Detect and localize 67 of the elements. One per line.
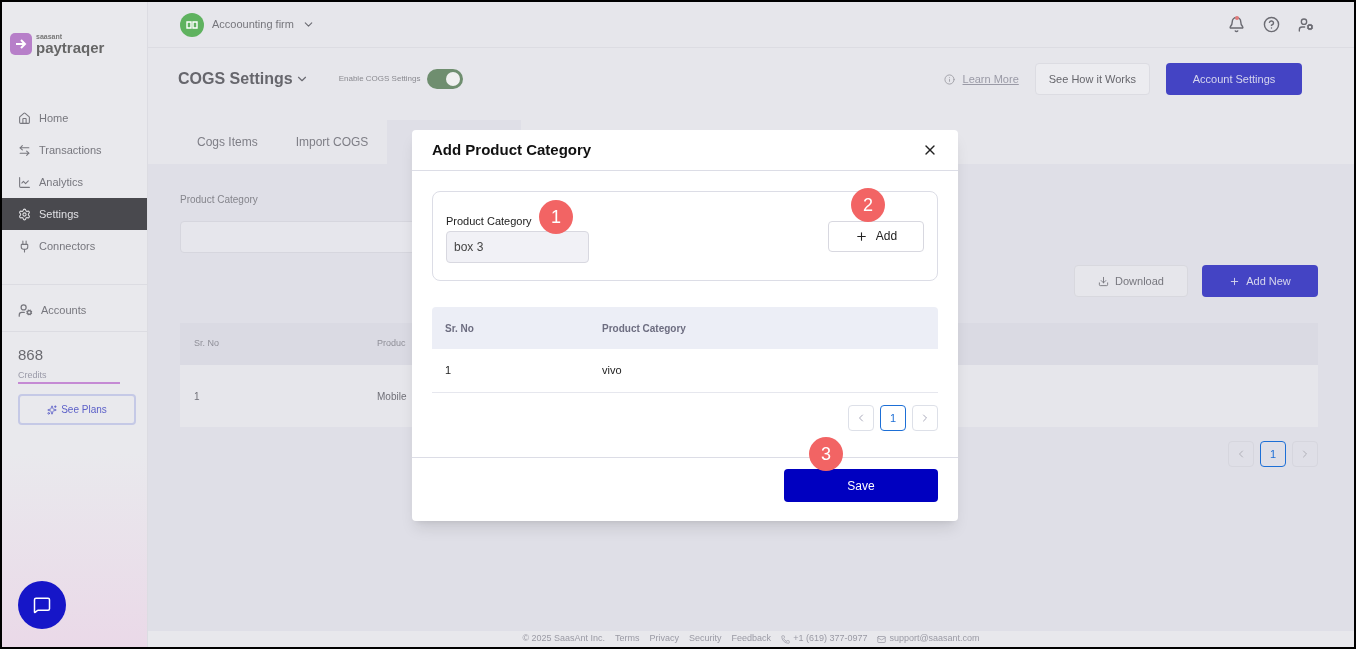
profile-icon[interactable] — [1298, 16, 1314, 33]
step-marker: 2 — [851, 188, 885, 222]
nav-item[interactable]: Transactions — [2, 134, 147, 166]
chat-button[interactable] — [18, 581, 66, 629]
add-button[interactable]: Add — [828, 220, 924, 252]
column-header: Product Category — [602, 321, 686, 336]
toggle-switch[interactable] — [426, 69, 463, 89]
see-plans-button[interactable]: See Plans — [18, 394, 136, 425]
credits-value: 868 — [18, 345, 45, 365]
toggle-label: Enable COGS Settings — [338, 73, 421, 85]
nav-item[interactable]: Analytics — [2, 166, 147, 198]
column-header: Sr. No — [193, 337, 220, 351]
step-marker: 3 — [809, 437, 843, 471]
company-logo-icon — [180, 12, 204, 37]
page-title: COGS Settings — [178, 69, 293, 89]
table-cell-text: 1 — [444, 363, 453, 379]
footer-link[interactable]: Privacy — [649, 632, 680, 646]
footer-link[interactable]: Terms — [615, 632, 640, 646]
learn-more-link[interactable]: Learn More — [962, 70, 1019, 88]
arrows-icon — [18, 143, 31, 157]
chart-icon — [18, 175, 31, 189]
footer-link[interactable]: support@saasant.com — [889, 632, 980, 646]
footer-link[interactable]: Feedback — [731, 632, 772, 646]
download-button[interactable]: Download — [1074, 265, 1188, 297]
footer-link[interactable]: +1 (619) 377-0977 — [793, 632, 868, 646]
product-category-input[interactable]: box 3 — [446, 231, 589, 264]
nav-item[interactable]: Connectors — [2, 230, 147, 262]
nav-item[interactable]: Settings — [2, 198, 147, 230]
step-marker: 1 — [539, 200, 573, 234]
bell-icon — [1228, 16, 1245, 33]
chat-icon — [33, 596, 51, 614]
tab[interactable]: Import COGS — [276, 120, 388, 164]
nav-item[interactable]: Home — [2, 102, 147, 134]
page-button[interactable]: 1 — [880, 405, 906, 431]
plus-icon — [854, 229, 868, 243]
see-how-button[interactable]: See How it Works — [1034, 63, 1150, 95]
column-header: Produc — [377, 337, 406, 351]
download-icon — [1098, 275, 1110, 287]
table-cell-text: 1 — [193, 389, 201, 404]
notification-button[interactable] — [1228, 16, 1245, 33]
sparkle-icon — [47, 404, 58, 415]
home-icon — [18, 111, 31, 125]
mail-icon — [877, 634, 887, 644]
info-icon — [943, 73, 955, 85]
settings-icon — [18, 207, 31, 221]
plus-icon — [1229, 275, 1241, 287]
phone-icon — [781, 634, 791, 644]
credits-label: Credits — [18, 368, 48, 382]
save-button[interactable]: Save — [784, 469, 938, 502]
modal-title: Add Product Category — [432, 139, 592, 160]
account-settings-button[interactable]: Account Settings — [1166, 63, 1302, 95]
footer-link[interactable]: Security — [689, 632, 722, 646]
plug-icon — [18, 239, 31, 253]
nav-item[interactable]: Accounts — [18, 299, 131, 321]
company-name: Accoounting firm — [212, 17, 294, 33]
table-cell-text: Mobile — [377, 389, 407, 404]
logo-icon — [10, 33, 32, 55]
user-icon — [18, 302, 33, 318]
field-label: Product Category — [446, 213, 532, 229]
page-button[interactable]: 1 — [1260, 441, 1286, 467]
field-label: Product Category — [180, 193, 258, 207]
tab[interactable]: Cogs Items — [178, 120, 277, 164]
brand-name: paytraqer — [36, 40, 105, 55]
add-new-button[interactable]: Add New — [1202, 265, 1318, 297]
table-cell-text: vivo — [602, 363, 622, 379]
help-icon[interactable] — [1263, 16, 1280, 33]
column-header: Sr. No — [444, 321, 475, 336]
